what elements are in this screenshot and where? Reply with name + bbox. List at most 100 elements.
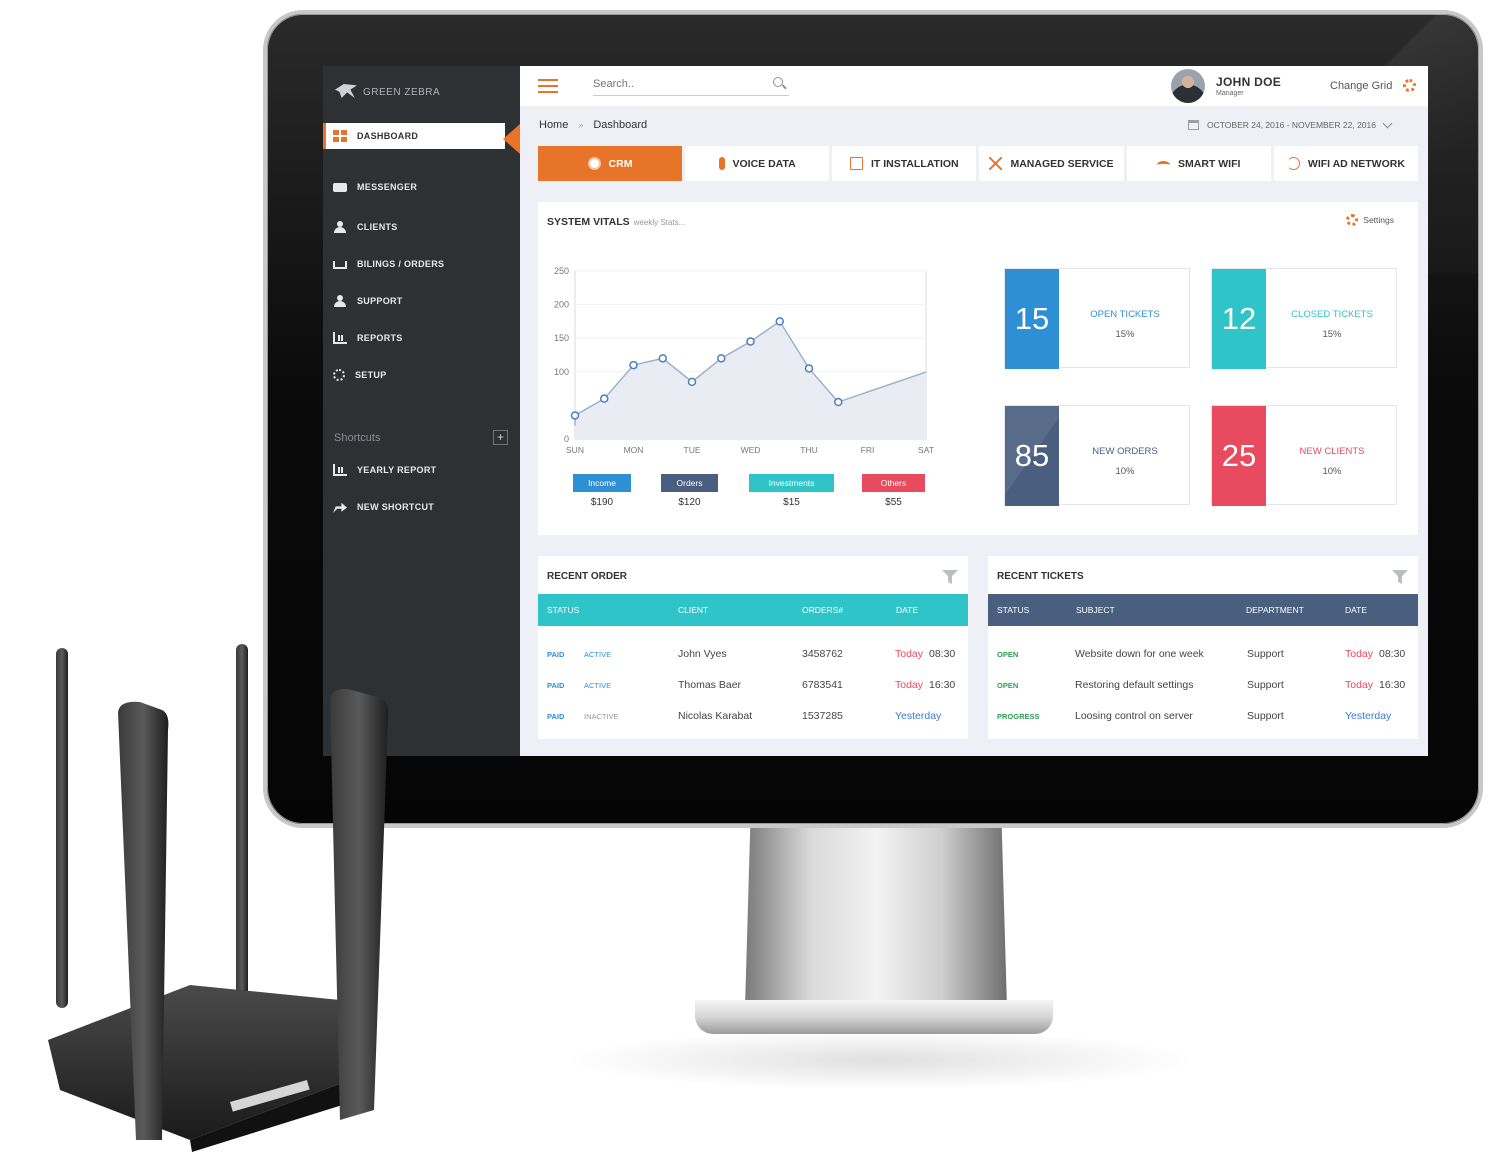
breadcrumb-current: Dashboard [593,119,648,131]
breadcrumb: Home » Dashboard [539,119,647,131]
monitor-stand-base [695,1000,1053,1034]
tab-it-installation[interactable]: IT INSTALLATION [832,146,977,181]
tab-voice-data[interactable]: VOICE DATA [685,146,830,181]
recent-tickets-panel: RECENT TICKETS STATUS SUBJECT DEPARTMENT… [988,556,1418,739]
table-header: STATUS SUBJECT DEPARTMENT DATE [988,594,1418,626]
sidebar-item-label: SETUP [355,370,387,380]
tab-smart-wifi[interactable]: SMART WIFI [1126,146,1271,181]
avatar[interactable] [1171,69,1205,103]
order-number: 1537285 [802,710,843,722]
status-badge: OPEN [997,680,1019,690]
y-tick-label: 100 [554,367,569,377]
sidebar-item-label: DASHBOARD [357,131,419,141]
stat-card-closed-tickets[interactable]: 12 CLOSED TICKETS 15% [1211,268,1397,369]
date-range-picker[interactable]: OCTOBER 24, 2016 - NOVEMBER 22, 2016 [1188,118,1393,130]
sidebar-item-dashboard[interactable]: DASHBOARD [323,123,505,149]
tab-crm[interactable]: CRM [538,146,682,181]
user-name[interactable]: JOHN DOE [1216,75,1281,89]
legend-value: $190 [590,497,614,508]
stat-percent: 10% [1322,466,1342,477]
stand-shadow [560,1030,1200,1090]
table-row[interactable]: PAID INACTIVE Nicolas Karabat 1537285 Ye… [538,706,968,726]
breadcrumb-home[interactable]: Home [539,119,568,131]
recent-order-panel: RECENT ORDER STATUS CLIENT ORDERS# DATE … [538,556,968,739]
status-badge: ACTIVE [584,680,612,690]
sidebar-item-billings-orders[interactable]: BILINGS / ORDERS [323,251,520,277]
ticket-department: Support [1247,679,1284,691]
legend-value: $55 [885,497,902,508]
sidebar-item-label: REPORTS [357,333,403,343]
column-header-client[interactable]: CLIENT [678,605,708,615]
change-grid-link[interactable]: Change Grid [1330,80,1392,92]
sidebar-item-setup[interactable]: SETUP [323,362,520,388]
tab-wifi-ad-network[interactable]: WIFI AD NETWORK [1273,146,1419,181]
status-badge: INACTIVE [584,711,619,721]
filter-icon[interactable] [942,570,958,584]
table-row[interactable]: OPEN Website down for one week Support T… [988,644,1418,664]
brand-logo[interactable]: GREEN ZEBRA [333,72,440,112]
column-header-status[interactable]: STATUS [547,605,579,615]
dashboard-icon [333,130,347,142]
sidebar-item-reports[interactable]: REPORTS [323,325,520,351]
date-time: 08:30 [929,648,956,660]
share-icon [333,502,347,513]
legend-orders[interactable]: Orders $120 [661,474,718,508]
x-tick-label: THU [800,445,817,455]
column-header-status[interactable]: STATUS [997,605,1029,615]
table-header: STATUS CLIENT ORDERS# DATE [538,594,968,626]
table-row[interactable]: PAID ACTIVE Thomas Baer 6783541 Today 16… [538,675,968,695]
column-header-department[interactable]: DEPARTMENT [1246,605,1304,615]
x-tick-label: SAT [918,445,934,455]
sidebar-item-label: NEW SHORTCUT [357,502,435,512]
sidebar-item-label: YEARLY REPORT [357,465,437,475]
sidebar-item-yearly-report[interactable]: YEARLY REPORT [323,457,520,483]
legend-others[interactable]: Others $55 [862,474,925,508]
cart-icon [333,261,347,269]
x-tick-label: FRI [861,445,875,455]
tools-icon [989,157,1003,170]
support-icon [333,295,347,307]
ad-network-icon [1286,157,1300,170]
search-icon[interactable] [773,77,783,87]
tab-managed-service[interactable]: MANAGED SERVICE [979,146,1124,181]
table-row[interactable]: OPEN Restoring default settings Support … [988,675,1418,695]
stat-card-open-tickets[interactable]: 15 OPEN TICKETS 15% [1004,268,1190,369]
sidebar-item-messenger[interactable]: MESSENGER [323,174,520,200]
sidebar-item-clients[interactable]: CLIENTS [323,214,520,240]
date-time: 16:30 [1379,679,1406,691]
column-header-date[interactable]: DATE [1345,605,1367,615]
router-illustration [48,644,389,1152]
chart-icon [333,332,347,344]
menu-icon[interactable] [538,79,558,94]
status-badge: PROGRESS [997,711,1040,721]
table-row[interactable]: PAID ACTIVE John Vyes 3458762 Today 08:3… [538,644,968,664]
settings-button[interactable]: Settings [1346,214,1394,226]
legend-investments[interactable]: Investments $15 [749,474,834,508]
x-tick-label: WED [741,445,761,455]
date-range-text: OCTOBER 24, 2016 - NOVEMBER 22, 2016 [1207,120,1376,130]
column-header-subject[interactable]: SUBJECT [1076,605,1115,615]
active-indicator-arrow [503,124,520,154]
legend-income[interactable]: Income $190 [573,474,631,508]
sidebar-item-new-shortcut[interactable]: NEW SHORTCUT [323,494,520,520]
data-point [804,364,814,373]
stat-card-new-clients[interactable]: 25 NEW CLIENTS 10% [1211,405,1397,506]
thin-antenna-left [56,648,68,1008]
weekly-stats-chart: 0 100 150 200 250 SUN MON TUE WED THU FRI SAT [554,266,934,455]
stat-card-new-orders[interactable]: 85 NEW ORDERS 10% [1004,405,1190,506]
search-input[interactable] [593,74,763,94]
table-row[interactable]: PROGRESS Loosing control on server Suppo… [988,706,1418,726]
order-number: 3458762 [802,648,843,660]
filter-icon[interactable] [1392,570,1408,584]
sidebar-item-label: CLIENTS [357,222,398,232]
thin-antenna-right [236,644,248,1014]
date-time: 08:30 [1379,648,1406,660]
gear-icon[interactable] [1403,79,1416,92]
chevron-down-icon [1382,118,1393,128]
shortcuts-heading: Shortcuts [334,432,381,444]
column-header-date[interactable]: DATE [896,605,918,615]
x-tick-label: TUE [684,445,701,455]
sidebar-item-support[interactable]: SUPPORT [323,288,520,314]
add-shortcut-button[interactable]: + [493,430,508,445]
column-header-orders[interactable]: ORDERS# [802,605,843,615]
